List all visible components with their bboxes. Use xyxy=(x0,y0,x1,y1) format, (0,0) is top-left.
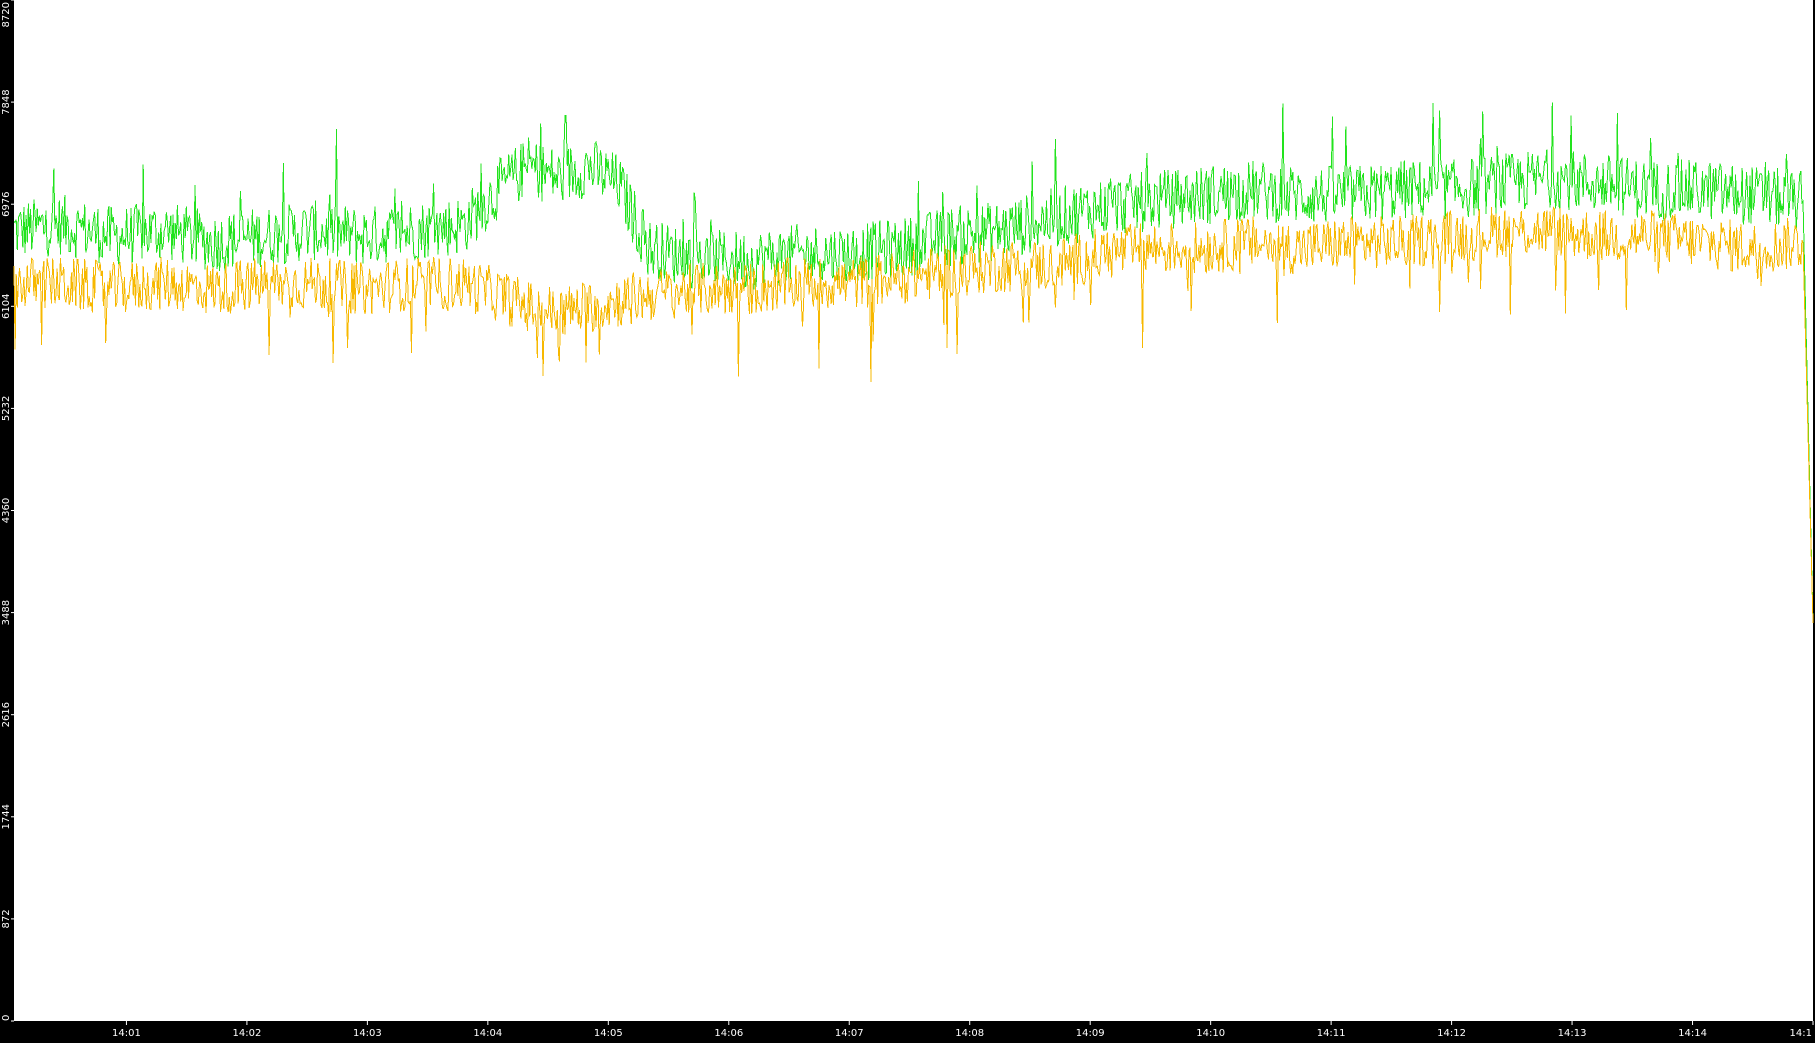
x-tick-label: 14:05 xyxy=(594,1028,623,1039)
chart-svg: 0 872 1744 2616 3488 4360 5232 6104 6976 7848 8720… xyxy=(0,0,1815,1039)
plot-area xyxy=(14,0,1813,1021)
x-tick-label: 14:14 xyxy=(1678,1028,1707,1039)
y-tick-label: 5232 xyxy=(1,396,12,421)
x-tick-label: 14:08 xyxy=(955,1028,984,1039)
x-tick-label: 14:07 xyxy=(835,1028,864,1039)
x-tick-label: 14:04 xyxy=(473,1028,502,1039)
x-tick-label: 14:13 xyxy=(1558,1028,1587,1039)
y-tick-label: 3488 xyxy=(1,600,12,625)
y-tick-label: 6976 xyxy=(1,191,12,216)
x-tick-label: 14:1 xyxy=(1790,1028,1812,1039)
x-tick-label: 14:12 xyxy=(1437,1028,1466,1039)
x-tick-label: 14:09 xyxy=(1076,1028,1105,1039)
y-tick-label: 2616 xyxy=(1,702,12,727)
x-tick-label: 14:11 xyxy=(1317,1028,1346,1039)
y-tick-label: 1744 xyxy=(1,804,12,829)
y-tick-label: 4360 xyxy=(1,498,12,523)
y-tick-label: 0 xyxy=(1,1015,12,1021)
x-tick-label: 14:06 xyxy=(714,1028,743,1039)
x-tick-label: 14:01 xyxy=(112,1028,141,1039)
x-tick-label: 14:03 xyxy=(353,1028,382,1039)
y-tick-label: 8720 xyxy=(1,2,12,27)
x-tick-label: 14:10 xyxy=(1196,1028,1225,1039)
y-tick-label: 872 xyxy=(1,909,12,928)
y-tick-label: 7848 xyxy=(1,89,12,114)
x-tick-label: 14:02 xyxy=(232,1028,261,1039)
y-tick-label: 6104 xyxy=(1,294,12,319)
line-chart: 0 872 1744 2616 3488 4360 5232 6104 6976 7848 8720… xyxy=(0,0,1815,1039)
